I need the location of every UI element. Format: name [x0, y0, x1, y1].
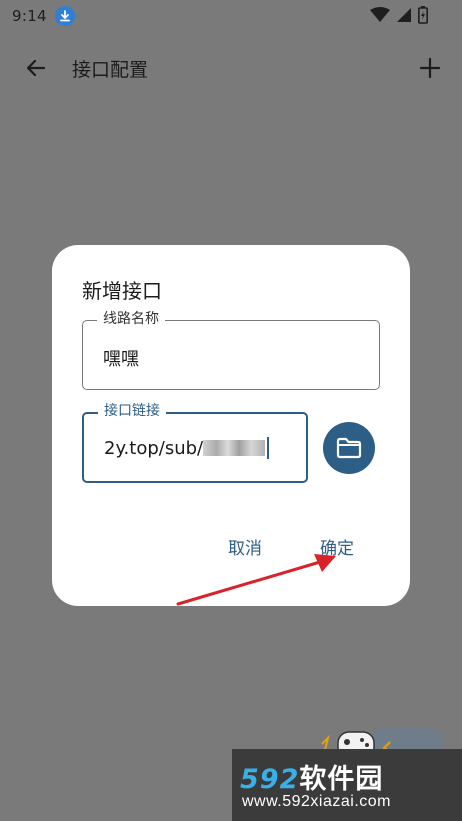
page-title: 接口配置: [72, 59, 149, 81]
interface-url-field[interactable]: 接口链接 2y.top/sub/: [82, 402, 308, 483]
text-cursor: [267, 437, 270, 459]
wifi-icon: [370, 7, 390, 27]
interface-url-label: 接口链接: [98, 402, 166, 420]
status-time: 9:14: [12, 7, 47, 25]
download-icon: [54, 6, 75, 26]
add-icon[interactable]: [416, 54, 444, 82]
back-arrow-icon[interactable]: [22, 54, 50, 82]
site-watermark: 592软件园 www.592xiazai.com: [232, 749, 462, 821]
line-name-label: 线路名称: [97, 310, 165, 328]
battery-icon: [418, 6, 428, 28]
redacted-text: [203, 440, 266, 456]
interface-url-value: 2y.top/sub/: [104, 438, 204, 459]
line-name-value: 嘿嘿: [103, 349, 139, 370]
watermark-logo-digits: 592: [240, 764, 300, 795]
line-name-field[interactable]: 线路名称 嘿嘿: [82, 310, 380, 390]
signal-icon: [396, 7, 412, 27]
dialog-title: 新增接口: [82, 279, 162, 303]
watermark-logo: 592软件园: [240, 757, 383, 796]
folder-picker-button[interactable]: [323, 422, 375, 474]
status-bar: 9:14: [0, 0, 462, 32]
watermark-logo-text: 软件园: [299, 764, 384, 795]
app-bar: 接口配置: [0, 40, 462, 96]
interface-url-value-wrap: 2y.top/sub/: [104, 437, 270, 459]
folder-icon: [336, 437, 362, 459]
annotation-arrow-icon: [176, 554, 336, 606]
watermark-url: www.592xiazai.com: [242, 793, 391, 810]
